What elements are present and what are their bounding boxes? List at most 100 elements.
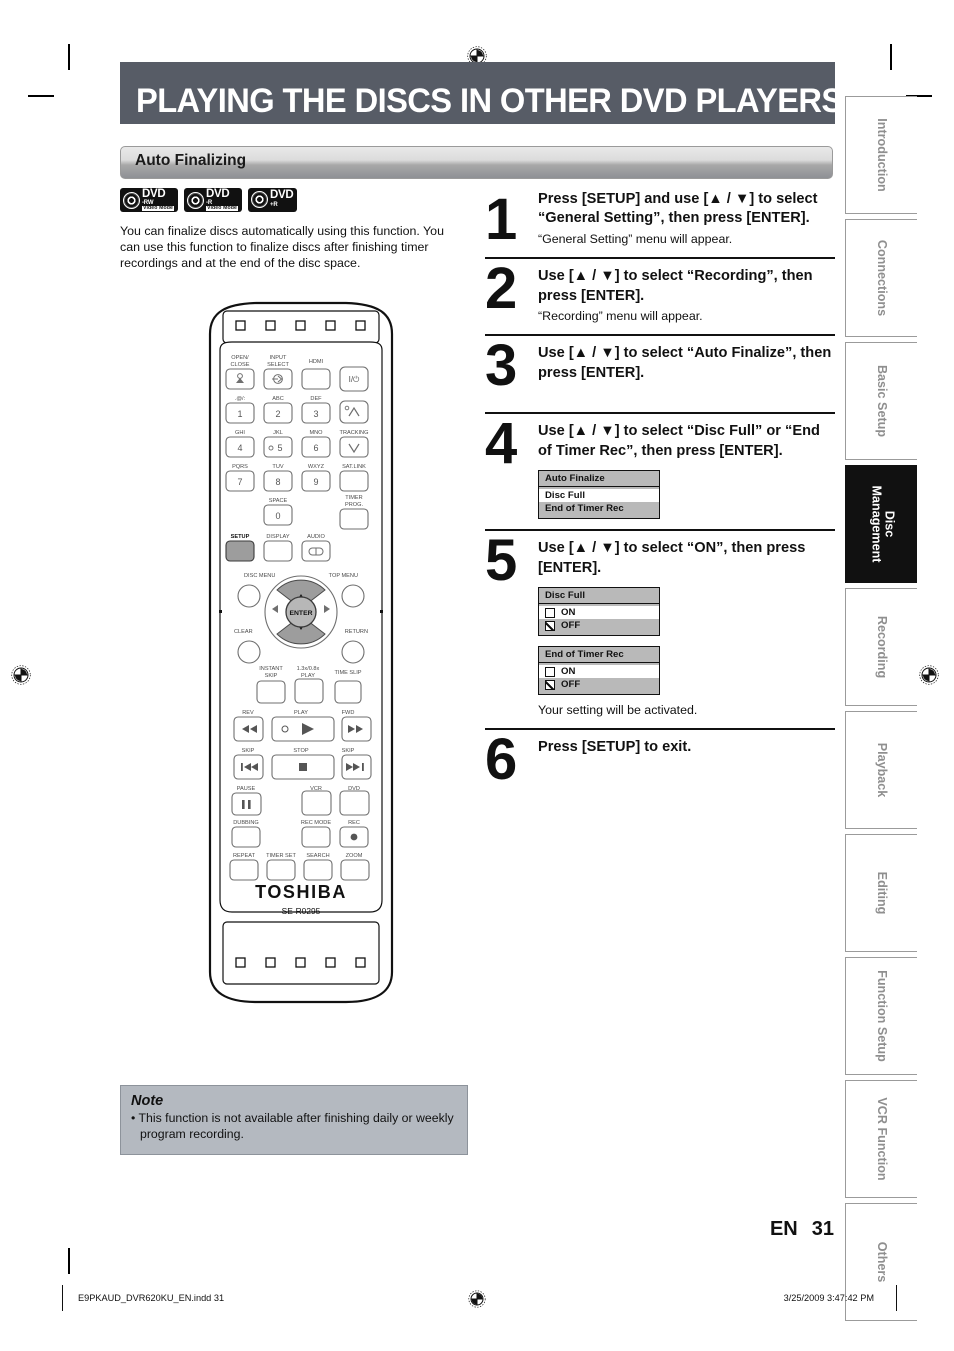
step-aftertext: Your setting will be activated. [538,703,698,718]
step-2: 2 Use [▲ / ▼] to select “Recording”, the… [485,257,835,334]
svg-text:REC MODE: REC MODE [301,820,331,826]
checkbox-checked-icon[interactable] [545,679,555,690]
osd-title: Auto Finalize [539,471,659,488]
svg-text:ZOOM: ZOOM [346,853,363,859]
svg-text:DISPLAY: DISPLAY [266,534,289,540]
osd-row-label: End of Timer Rec [545,503,624,515]
svg-text:8: 8 [275,477,280,487]
step-3: 3 Use [▲ / ▼] to select “Auto Finalize”,… [485,334,835,412]
note-title: Note [131,1093,164,1109]
svg-text:5: 5 [277,443,282,453]
svg-text:REPEAT: REPEAT [233,853,256,859]
logo-main: DVD [142,187,166,200]
tab-connections[interactable]: Connections [845,219,917,337]
step-number: 4 [485,411,517,477]
svg-text:.@/:: .@/: [235,396,246,402]
manual-page: PLAYING THE DISCS IN OTHER DVD PLAYERS A… [0,0,954,1351]
osd-row-label: ON [561,666,576,678]
svg-text:WXYZ: WXYZ [308,464,325,470]
svg-text:PLAY: PLAY [301,673,315,679]
step-number: 5 [485,528,517,594]
steps-column: 1 Press [SETUP] and use [▲ / ▼] to selec… [485,190,835,806]
step-instruction: Use [▲ / ▼] to select “ON”, then press [… [538,540,806,576]
osd-row-disc-full[interactable]: Disc Full [539,489,659,503]
svg-text:6: 6 [313,443,318,453]
step-4: 4 Use [▲ / ▼] to select “Disc Full” or “… [485,412,835,529]
svg-text:PAUSE: PAUSE [237,786,256,792]
svg-text:DEF: DEF [310,396,322,402]
osd-row-on[interactable]: ON [539,665,659,679]
osd-title: End of Timer Rec [539,647,659,664]
tab-label: Editing [874,871,889,915]
tab-playback[interactable]: Playback [845,711,917,829]
page-number: 31 [811,1218,834,1240]
dvd-r-video-mode-logo: DVD -R Video Mode [184,188,243,212]
svg-text:TIMER SET: TIMER SET [266,853,296,859]
osd-row-off[interactable]: OFF [539,678,659,691]
svg-text:SEARCH: SEARCH [306,853,329,859]
svg-text:TRACKING: TRACKING [340,430,369,436]
logo-format: +R [270,201,278,208]
svg-text:ABC: ABC [272,396,284,402]
svg-text:SE-R0295: SE-R0295 [282,906,321,916]
tab-introduction[interactable]: Introduction [845,96,917,214]
svg-text:STOP: STOP [293,748,308,754]
svg-text:SKIP: SKIP [265,673,278,679]
step-instruction: Use [▲ / ▼] to select “Auto Finalize”, t… [538,345,832,381]
chevron-right-icon [646,490,657,503]
osd-title: Disc Full [539,588,659,605]
osd-row-off[interactable]: OFF [539,619,659,632]
svg-text:PROG.: PROG. [345,502,363,508]
disc-format-logos: DVD -RW Video Mode DVD -R Video Mode DVD… [120,188,460,214]
tab-editing[interactable]: Editing [845,834,917,952]
tab-others[interactable]: Others [845,1203,917,1321]
logo-mode: Video Mode [142,205,175,212]
svg-text:ENTER: ENTER [289,610,312,617]
svg-text:9: 9 [313,477,318,487]
footer-timestamp: 3/25/2009 3:47:42 PM [783,1293,874,1303]
tab-label: Others [874,1241,889,1283]
checkbox-unchecked-icon[interactable] [545,666,555,677]
osd-disc-full: Disc Full ON OFF [538,587,660,637]
svg-text:AUDIO: AUDIO [307,534,325,540]
svg-text:2: 2 [275,409,280,419]
osd-auto-finalize: Auto Finalize Disc Full End of Timer Rec [538,470,660,520]
svg-text:FWD: FWD [342,710,355,716]
section-tab-rail: Introduction Connections Basic Setup Dis… [845,96,917,1321]
footer-filename: E9PKAUD_DVR620KU_EN.indd 31 [78,1293,225,1303]
step-subtext: “General Setting” menu will appear. [538,231,733,246]
tab-label: Disc Management [868,485,896,563]
tab-disc-management[interactable]: Disc Management [845,465,917,583]
svg-text:7: 7 [237,477,242,487]
checkbox-unchecked-icon[interactable] [545,607,555,618]
checkbox-checked-icon[interactable] [545,620,555,631]
osd-row-end-of-timer-rec[interactable]: End of Timer Rec [539,502,659,515]
svg-text:4: 4 [237,443,242,453]
tab-basic-setup[interactable]: Basic Setup [845,342,917,460]
step-number: 1 [485,187,517,252]
intro-paragraph: You can finalize discs automatically usi… [120,224,444,271]
disc-icon [123,191,140,209]
svg-text:1.3x/0.8x: 1.3x/0.8x [297,666,320,672]
svg-text:TIME SLIP: TIME SLIP [334,670,361,676]
tab-recording[interactable]: Recording [845,588,917,706]
crop-mark-top-right [890,44,892,70]
tab-label: Playback [874,742,889,798]
svg-text:TOSHIBA: TOSHIBA [255,882,347,902]
step-number: 3 [485,333,517,399]
svg-text:REV: REV [242,710,254,716]
svg-text:SKIP: SKIP [342,748,355,754]
registration-mark-footer [466,1288,488,1310]
svg-text:OPEN/: OPEN/ [231,355,249,361]
tab-function-setup[interactable]: Function Setup [845,957,917,1075]
registration-mark-left [10,664,32,686]
tab-vcr-function[interactable]: VCR Function [845,1080,917,1198]
osd-row-on[interactable]: ON [539,606,659,620]
step-number: 2 [485,256,517,322]
step-1: 1 Press [SETUP] and use [▲ / ▼] to selec… [485,190,835,257]
footer-rule-left [62,1285,64,1311]
step-instruction: Use [▲ / ▼] to select “Recording”, then … [538,268,813,304]
step-6: 6 Press [SETUP] to exit. [485,728,835,806]
svg-text:MNO: MNO [309,430,323,436]
page-title: PLAYING THE DISCS IN OTHER DVD PLAYERS [136,82,843,120]
